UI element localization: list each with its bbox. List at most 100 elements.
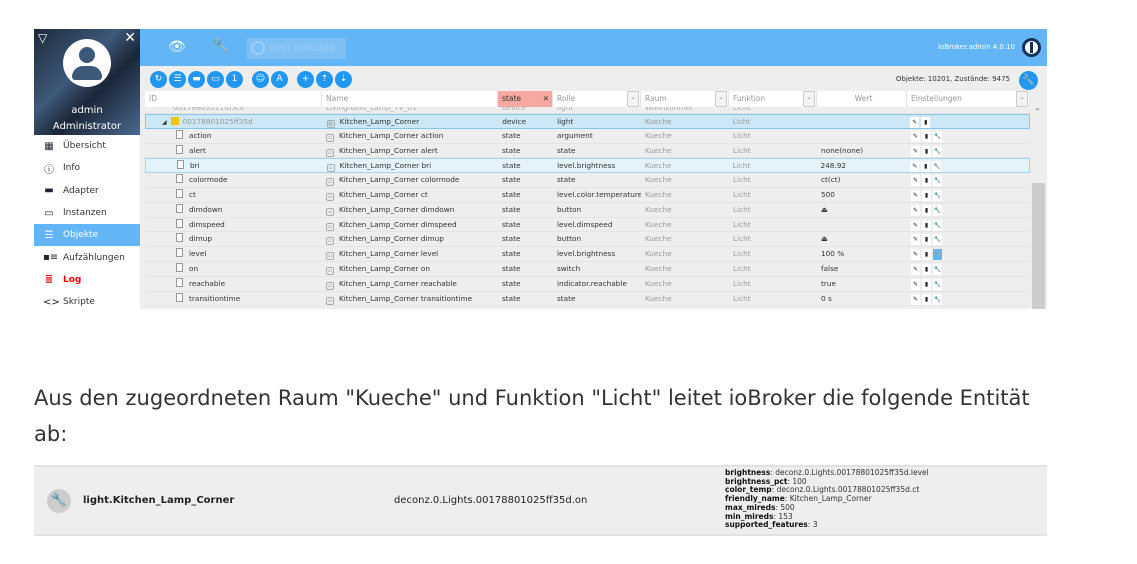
edit-icon[interactable]: ✎ bbox=[911, 278, 920, 290]
edit-icon[interactable]: ✎ bbox=[911, 249, 920, 261]
raum-filter[interactable]: Raum bbox=[641, 91, 729, 107]
row-function: Licht bbox=[733, 130, 751, 140]
einstellungen-filter[interactable]: Einstellungen bbox=[907, 91, 1030, 107]
delete-icon[interactable]: ▮ bbox=[922, 130, 931, 142]
sidebar-item-log[interactable]: ≣ Log bbox=[34, 269, 140, 291]
edit-icon[interactable]: ✎ bbox=[910, 161, 920, 173]
table-row[interactable]: alert ▫ Kitchen_Lamp_Corner alert state s… bbox=[145, 144, 1030, 159]
table-row[interactable]: reachable ▫ Kitchen_Lamp_Corner reachable… bbox=[145, 277, 1030, 292]
edit-icon[interactable]: ✎ bbox=[910, 117, 920, 128]
settings-icon[interactable]: 🔧 bbox=[933, 145, 942, 157]
name-filter[interactable]: Name bbox=[322, 91, 498, 107]
download-icon[interactable]: ⇣ bbox=[335, 71, 352, 88]
delete-icon[interactable]: ▮ bbox=[922, 249, 931, 261]
delete-icon[interactable]: ▮ bbox=[921, 161, 931, 173]
collapse-triangle-icon[interactable]: ▽ bbox=[38, 31, 47, 45]
file-icon bbox=[176, 262, 183, 272]
sidebar-item-aufzählungen[interactable]: ▪≡ Aufzählungen bbox=[34, 246, 140, 268]
host-button[interactable]: HOST IOBROKER bbox=[247, 38, 346, 59]
edit-icon[interactable]: ✎ bbox=[911, 219, 920, 231]
table-row[interactable]: 00178801011fb5ce Livingroom_Lamp_TV_01 d… bbox=[145, 107, 1030, 114]
settings-icon[interactable]: 🔧 bbox=[933, 234, 942, 246]
settings-icon[interactable]: 🔧 bbox=[933, 278, 942, 290]
settings-icon[interactable]: 🔧 bbox=[933, 175, 942, 187]
scrollbar[interactable]: ⌃ bbox=[1032, 107, 1045, 309]
folder-open-icon[interactable]: ▭ bbox=[207, 71, 224, 88]
edit-icon[interactable]: ✎ bbox=[911, 145, 920, 157]
settings-wrench-button[interactable]: 🔧 bbox=[1019, 71, 1038, 90]
expand-icon[interactable]: ◢ bbox=[162, 119, 167, 126]
settings-icon[interactable]: 🔧 bbox=[933, 219, 942, 231]
edit-icon[interactable]: ✎ bbox=[911, 293, 920, 305]
delete-icon[interactable]: ▮ bbox=[922, 278, 931, 290]
settings-icon[interactable]: 🔧 bbox=[933, 249, 942, 261]
id-filter[interactable]: ID bbox=[145, 91, 322, 107]
clear-filter-icon[interactable]: ✕ bbox=[543, 91, 549, 107]
sidebar-item-instanzen[interactable]: ▭ Instanzen bbox=[34, 202, 140, 224]
delete-icon[interactable]: ▮ bbox=[922, 293, 931, 305]
table-row[interactable]: dimdown ▫ Kitchen_Lamp_Corner dimdown sta… bbox=[145, 203, 1030, 218]
edit-icon[interactable]: ✎ bbox=[911, 234, 920, 246]
delete-icon[interactable]: ▮ bbox=[922, 189, 931, 201]
table-row[interactable]: dimup ▫ Kitchen_Lamp_Corner dimup state b… bbox=[145, 232, 1030, 248]
sidebar-item-objekte[interactable]: ☰ Objekte bbox=[34, 224, 140, 247]
scrollbar-thumb[interactable] bbox=[1032, 183, 1045, 309]
close-icon[interactable]: ✕ bbox=[124, 30, 136, 46]
attribute-key: max_mireds bbox=[725, 502, 776, 512]
delete-icon[interactable]: ▮ bbox=[922, 175, 931, 187]
row-id: dimup bbox=[189, 234, 213, 244]
eye-icon[interactable]: 👁 bbox=[168, 39, 186, 55]
settings-icon[interactable]: 🔧 bbox=[933, 130, 942, 142]
refresh-icon[interactable]: ↻ bbox=[150, 71, 167, 88]
wrench-icon[interactable]: 🔧 bbox=[212, 38, 229, 54]
add-icon[interactable]: + bbox=[297, 71, 314, 88]
state-icon: ▫ bbox=[326, 148, 334, 157]
delete-icon[interactable]: ▮ bbox=[922, 204, 931, 216]
delete-icon[interactable]: ▮ bbox=[922, 219, 931, 231]
type-filter[interactable]: state ✕ bbox=[498, 91, 553, 107]
delete-icon[interactable]: ▮ bbox=[922, 263, 931, 275]
attribute-value: Kitchen_Lamp_Corner bbox=[789, 494, 872, 504]
rolle-filter[interactable]: Rolle bbox=[553, 91, 641, 107]
user-edit-icon[interactable]: ☺ bbox=[252, 71, 269, 88]
table-row[interactable]: colormode ▫ Kitchen_Lamp_Corner colormode… bbox=[145, 173, 1030, 188]
sidebar-item-übersicht[interactable]: ▦ Übersicht bbox=[34, 135, 140, 157]
table-row[interactable]: level ▫ Kitchen_Lamp_Corner level state l… bbox=[145, 247, 1030, 262]
settings-icon[interactable]: 🔧 bbox=[933, 293, 942, 305]
delete-icon[interactable]: ▮ bbox=[922, 145, 931, 157]
table-row[interactable]: ct ▫ Kitchen_Lamp_Corner ct state level.c… bbox=[145, 188, 1030, 203]
upload-icon[interactable]: ⇡ bbox=[316, 71, 333, 88]
edit-icon[interactable]: ✎ bbox=[911, 130, 920, 142]
table-row[interactable]: action ▫ Kitchen_Lamp_Corner action state… bbox=[145, 129, 1030, 144]
funktion-filter[interactable]: Funktion bbox=[729, 91, 817, 107]
row-value[interactable]: ⏏ bbox=[817, 203, 907, 217]
sidebar-item-info[interactable]: ⓘ Info bbox=[34, 157, 140, 179]
row-room: Kueche bbox=[645, 145, 672, 155]
edit-icon[interactable]: ✎ bbox=[911, 263, 920, 275]
sidebar-item-skripte[interactable]: <> Skripte bbox=[34, 291, 140, 309]
table-row[interactable]: ◢ 00178801025ff35d ▥ Kitchen_Lamp_Corner d… bbox=[145, 114, 1030, 129]
table-row[interactable]: transitiontime ▫ Kitchen_Lamp_Corner tran… bbox=[145, 292, 1030, 307]
settings-icon[interactable]: 🔧 bbox=[932, 161, 942, 173]
delete-icon[interactable]: ▮ bbox=[921, 117, 931, 128]
table-row[interactable]: bri ▫ Kitchen_Lamp_Corner bri state level… bbox=[145, 158, 1030, 174]
table-row[interactable]: dimspeed ▫ Kitchen_Lamp_Corner dimspeed s… bbox=[145, 218, 1030, 233]
sort-az-icon[interactable]: A bbox=[271, 71, 288, 88]
delete-icon[interactable]: ▮ bbox=[922, 234, 931, 246]
table-row[interactable]: on ▫ Kitchen_Lamp_Corner on state switch … bbox=[145, 262, 1030, 277]
scroll-up-icon[interactable]: ⌃ bbox=[1034, 107, 1041, 116]
attribute-value: 3 bbox=[812, 520, 818, 530]
edit-icon[interactable]: ✎ bbox=[911, 204, 920, 216]
settings-icon[interactable]: 🔧 bbox=[933, 263, 942, 275]
edit-icon[interactable]: ✎ bbox=[911, 175, 920, 187]
row-value[interactable]: ⏏ bbox=[817, 232, 907, 246]
edit-icon[interactable]: ✎ bbox=[911, 189, 920, 201]
log-icon: ≣ bbox=[44, 274, 54, 286]
list-view-icon[interactable]: ☰ bbox=[169, 71, 186, 88]
folder-closed-icon[interactable]: ▬ bbox=[188, 71, 205, 88]
settings-icon[interactable]: 🔧 bbox=[933, 189, 942, 201]
counter-icon[interactable]: 1 bbox=[226, 71, 243, 88]
settings-icon[interactable]: 🔧 bbox=[933, 204, 942, 216]
enums-icon: ▪≡ bbox=[43, 252, 59, 264]
sidebar-item-adapter[interactable]: ▬ Adapter bbox=[34, 180, 140, 202]
